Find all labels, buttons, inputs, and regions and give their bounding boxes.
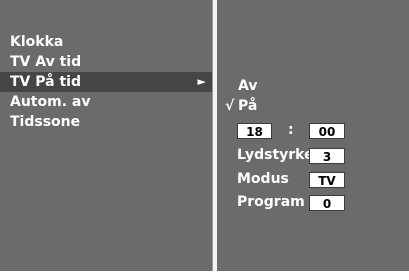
- check-icon: √: [225, 98, 235, 114]
- main-menu-panel: Klokka TV Av tid TV På tid ► Autom. av T…: [0, 0, 213, 271]
- mode-label: Modus: [237, 171, 289, 187]
- program-label: Program: [237, 194, 305, 210]
- mode-field[interactable]: TV: [309, 172, 345, 188]
- submenu-panel: Av √ På 18 : 00 Lydstyrke 3 Modus TV Pro…: [217, 0, 409, 271]
- volume-field[interactable]: 3: [309, 148, 345, 164]
- menu-item-autom-av[interactable]: Autom. av: [0, 92, 212, 112]
- menu-item-label: TV På tid: [10, 74, 81, 90]
- minute-field[interactable]: 00: [309, 123, 345, 139]
- time-separator: :: [288, 122, 294, 138]
- volume-label: Lydstyrke: [237, 147, 314, 163]
- menu-item-tv-pa-tid[interactable]: TV På tid ►: [0, 72, 212, 92]
- submenu-arrow-icon: ►: [197, 75, 206, 88]
- program-field[interactable]: 0: [309, 195, 345, 211]
- menu-item-label: Klokka: [10, 34, 64, 50]
- option-av[interactable]: Av: [238, 78, 257, 94]
- menu-item-tidssone[interactable]: Tidssone: [0, 112, 212, 132]
- option-pa[interactable]: På: [238, 98, 257, 114]
- menu-item-label: Autom. av: [10, 94, 91, 110]
- main-menu: Klokka TV Av tid TV På tid ► Autom. av T…: [0, 32, 212, 132]
- hour-field[interactable]: 18: [237, 123, 272, 139]
- menu-item-label: Tidssone: [10, 114, 81, 130]
- menu-item-label: TV Av tid: [10, 54, 82, 70]
- menu-item-tv-av-tid[interactable]: TV Av tid: [0, 52, 212, 72]
- menu-item-klokka[interactable]: Klokka: [0, 32, 212, 52]
